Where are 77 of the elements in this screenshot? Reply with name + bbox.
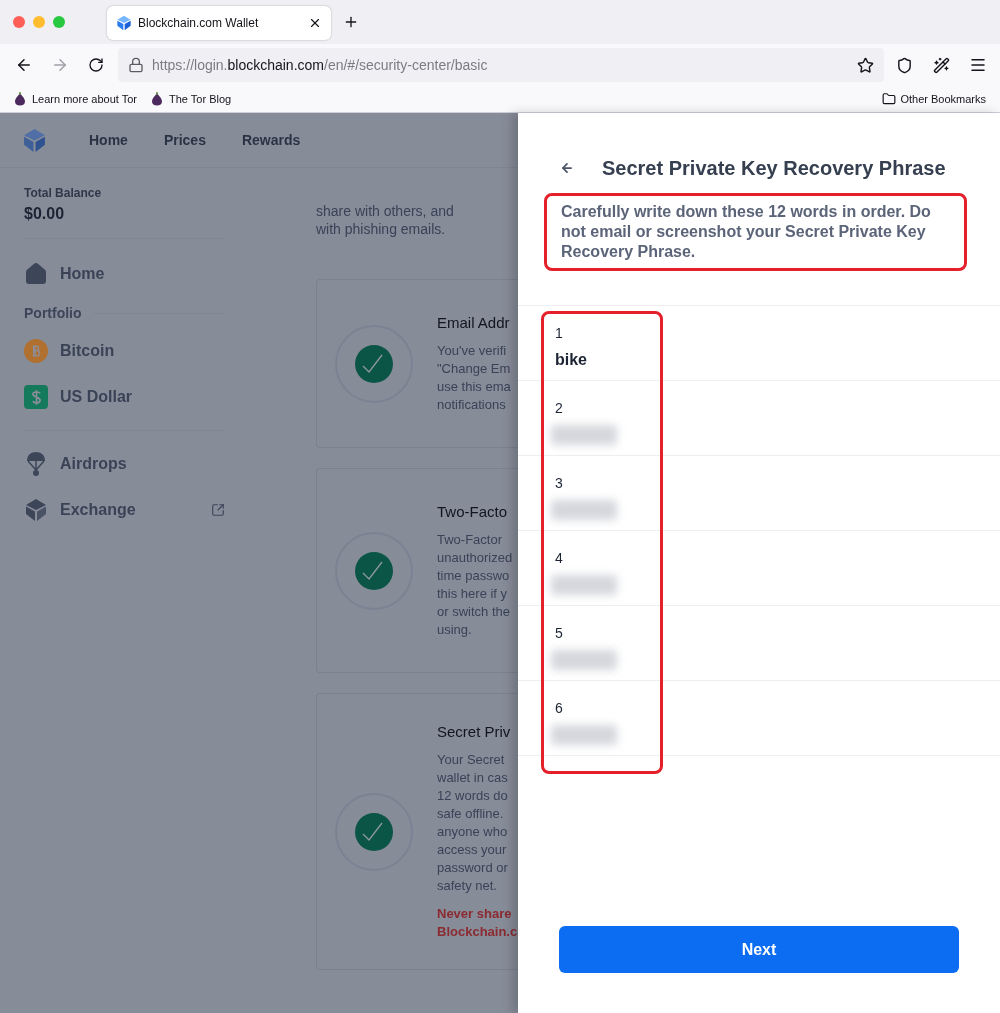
card-title: Two-Facto	[437, 502, 509, 521]
warning-text: Blockchain.c	[437, 922, 518, 941]
reload-icon[interactable]	[88, 57, 104, 73]
house-icon	[24, 262, 48, 286]
card-text: use this ema	[437, 377, 511, 396]
new-tab-icon[interactable]	[343, 14, 359, 30]
warning-text: Never share	[437, 904, 513, 923]
card-text: "Change Em	[437, 359, 511, 378]
back-icon[interactable]	[15, 56, 33, 74]
word-number: 1	[555, 324, 564, 343]
word-number: 4	[555, 549, 564, 568]
word-number: 3	[555, 474, 564, 493]
card-text: notifications	[437, 395, 507, 414]
tab-favicon-icon	[116, 15, 132, 31]
sidebar-item[interactable]: Home	[24, 251, 225, 297]
cube-icon	[24, 498, 48, 522]
balance-amount: $0.00	[24, 204, 66, 224]
card-text: access your	[437, 840, 508, 859]
sidebar-item[interactable]: Exchange	[24, 487, 225, 533]
lock-icon	[128, 57, 144, 73]
card-text: time passwo	[437, 566, 511, 585]
nav-link[interactable]: Rewards	[241, 129, 301, 151]
card-text: Your Secret	[437, 750, 506, 769]
menu-icon[interactable]	[969, 56, 987, 74]
bookmark-link[interactable]: The Tor Blog	[169, 90, 232, 108]
card-text: safety net.	[437, 876, 498, 895]
intro-text: with phishing emails.	[316, 220, 447, 238]
word-number: 2	[555, 399, 564, 418]
folder-icon	[882, 92, 897, 106]
recovery-word: bike	[555, 350, 588, 370]
card-title: Secret Priv	[437, 722, 512, 741]
intro-text: share with others, and	[316, 202, 455, 220]
next-button[interactable]: Next	[559, 926, 959, 973]
url-text: https://login.blockchain.com/en/#/security-center/basic	[152, 55, 489, 75]
nav-link[interactable]: Home	[89, 129, 128, 151]
onion-icon	[151, 92, 163, 106]
shield-icon[interactable]	[896, 56, 913, 74]
dollar-icon	[24, 385, 48, 409]
card-title: Email Addr	[437, 313, 511, 332]
external-link-icon	[211, 503, 225, 517]
card-text: using.	[437, 620, 473, 639]
balance-label: Total Balance	[24, 185, 103, 202]
section-heading: Portfolio	[24, 304, 82, 323]
sidebar-item[interactable]: US Dollar	[24, 374, 225, 420]
card-text: unauthorized	[437, 548, 513, 567]
word-number: 6	[555, 699, 564, 718]
card-text: wallet in cas	[437, 768, 509, 787]
card-text: safe offline.	[437, 804, 505, 823]
card-text: 12 words do	[437, 786, 509, 805]
logo-icon	[22, 127, 47, 153]
bookmark-star-icon[interactable]	[857, 56, 874, 74]
check-badge-icon	[335, 324, 413, 403]
back-arrow-icon[interactable]	[560, 161, 574, 175]
word-number: 5	[555, 624, 564, 643]
onion-icon	[14, 92, 26, 106]
parachute-icon	[26, 451, 46, 477]
bookmark-link[interactable]: Learn more about Tor	[32, 90, 137, 108]
address-bar[interactable]: https://login.blockchain.com/en/#/security-center/basic	[118, 48, 884, 82]
close-tab-icon[interactable]	[308, 16, 322, 30]
bookmark-folder[interactable]: Other Bookmarks	[900, 90, 986, 108]
card-text: this here if y	[437, 584, 509, 603]
card-text: anyone who	[437, 822, 509, 841]
tab-title: Blockchain.com Wallet	[138, 15, 260, 32]
sidebar-item[interactable]: Airdrops	[24, 441, 225, 487]
sidebar-item[interactable]: Bitcoin	[24, 328, 225, 374]
card-text: or switch the	[437, 602, 511, 621]
instruction-text: Carefully write down these 12 words in order. Do not email or screenshot your Secret Private Key Recovery Phrase.	[561, 202, 932, 262]
card-text: Two-Factor	[437, 530, 503, 549]
wand-icon[interactable]	[933, 56, 950, 74]
bitcoin-icon	[24, 339, 48, 363]
panel-title: Secret Private Key Recovery Phrase	[602, 156, 946, 181]
card-text: password or	[437, 858, 509, 877]
check-badge-icon	[335, 531, 413, 610]
browser-tab[interactable]: Blockchain.com Wallet	[107, 6, 331, 40]
check-badge-icon	[335, 792, 413, 871]
nav-link[interactable]: Prices	[163, 129, 206, 151]
card-text: You've verifi	[437, 341, 508, 360]
